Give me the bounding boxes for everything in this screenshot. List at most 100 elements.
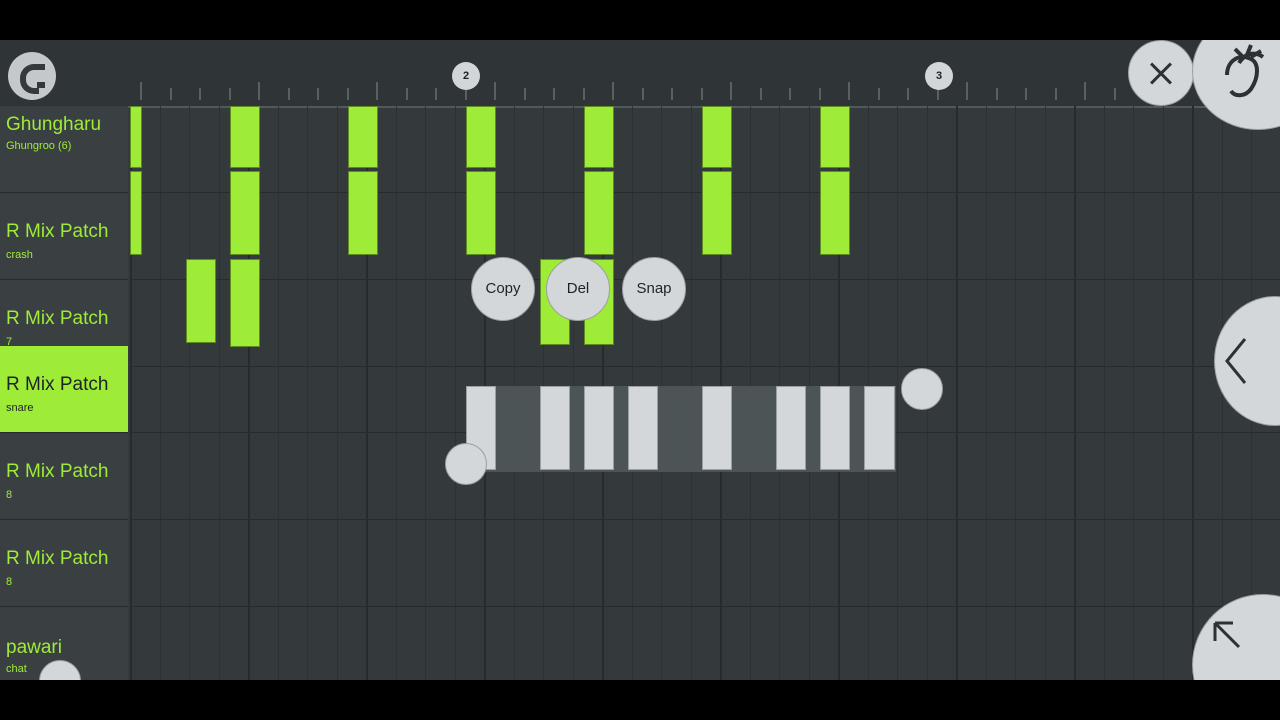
grid-line [956, 346, 958, 432]
track-name: R Mix Patch [6, 308, 109, 329]
grid-line [248, 433, 250, 519]
grid-line [455, 607, 456, 680]
selected-note[interactable] [776, 386, 806, 470]
ruler-tick [1084, 82, 1086, 100]
grid-line [897, 433, 898, 519]
snap-button[interactable]: Snap [622, 257, 686, 321]
grid-line [897, 193, 898, 279]
note[interactable] [702, 106, 732, 168]
ruler-tick [553, 88, 555, 100]
grid-line [897, 106, 898, 192]
ruler-tick [671, 88, 673, 100]
note[interactable] [230, 171, 260, 255]
selected-note[interactable] [628, 386, 658, 470]
grid-line [1104, 433, 1105, 519]
ruler-tick [583, 88, 585, 100]
note[interactable] [820, 171, 850, 255]
grid-line [927, 106, 928, 192]
grid-line [632, 607, 633, 680]
selected-note[interactable] [702, 386, 732, 470]
grid-line [1045, 106, 1046, 192]
bar-marker-3[interactable]: 3 [925, 62, 953, 90]
note[interactable] [702, 171, 732, 255]
note[interactable] [466, 106, 496, 168]
delete-button[interactable]: Del [546, 257, 610, 321]
grid-line [366, 607, 368, 680]
grid-line [691, 607, 692, 680]
grid-line [1104, 520, 1105, 606]
grid-line [455, 106, 456, 192]
note[interactable] [186, 259, 216, 343]
grid-line [1045, 607, 1046, 680]
magnet-icon[interactable] [8, 52, 56, 100]
grid-line [189, 346, 190, 432]
grid-line [1251, 520, 1252, 606]
grid-line [838, 607, 840, 680]
note[interactable] [820, 106, 850, 168]
selected-note[interactable] [864, 386, 895, 470]
grid-line [337, 346, 338, 432]
selected-note[interactable] [584, 386, 614, 470]
chevron-left-icon[interactable] [1214, 296, 1280, 426]
ruler-tick [199, 88, 201, 100]
timeline-ruler[interactable]: 2 3 [0, 40, 1280, 108]
arrow-up-left-icon[interactable] [1192, 594, 1280, 680]
grid-line [514, 520, 515, 606]
track-name: R Mix Patch [6, 221, 109, 242]
note[interactable] [584, 106, 614, 168]
grid-line [1222, 193, 1223, 279]
grid-line [160, 346, 161, 432]
grid-line [278, 346, 279, 432]
track-label-ghungharu[interactable]: Ghungharu Ghungroo (6) [0, 106, 128, 193]
note[interactable] [584, 171, 614, 255]
track-label-snare[interactable]: R Mix Patch snare [0, 346, 128, 433]
grid-line [1133, 520, 1134, 606]
grid-line [1015, 607, 1016, 680]
track-name: Ghungharu [6, 114, 102, 135]
grid-line [337, 607, 338, 680]
note[interactable] [466, 171, 496, 255]
note[interactable] [348, 106, 378, 168]
note[interactable] [230, 259, 260, 347]
grid-line [986, 346, 987, 432]
note[interactable] [130, 106, 142, 168]
grid-row[interactable] [130, 607, 1280, 680]
grid-line [337, 106, 338, 192]
note[interactable] [130, 171, 142, 255]
track-name: pawari [6, 637, 62, 658]
grid-row[interactable] [130, 520, 1280, 607]
track-name: R Mix Patch [6, 374, 109, 395]
grid-line [1015, 346, 1016, 432]
selection-end-handle[interactable] [901, 368, 943, 410]
grid-line [396, 346, 397, 432]
ruler-tick [435, 88, 437, 100]
grid-line [1192, 193, 1194, 279]
close-icon[interactable] [1128, 40, 1194, 106]
track-name: R Mix Patch [6, 461, 109, 482]
note[interactable] [230, 106, 260, 168]
grid-line [1251, 433, 1252, 519]
grid-line [248, 607, 250, 680]
track-sample: crash [6, 249, 33, 261]
bar-marker-2[interactable]: 2 [452, 62, 480, 90]
selected-note[interactable] [540, 386, 570, 470]
grid-line [927, 520, 928, 606]
fruit-logo-icon[interactable] [1192, 40, 1280, 130]
track-label-8b[interactable]: R Mix Patch 8 [0, 520, 128, 607]
ruler-tick [317, 88, 319, 100]
grid-line [219, 607, 220, 680]
grid-line [307, 607, 308, 680]
note[interactable] [348, 171, 378, 255]
grid-line [838, 520, 840, 606]
track-label-8a[interactable]: R Mix Patch 8 [0, 433, 128, 520]
grid-line [750, 607, 751, 680]
grid-line [484, 520, 486, 606]
grid-line [809, 607, 810, 680]
selected-note[interactable] [820, 386, 850, 470]
selection-start-handle[interactable] [445, 443, 487, 485]
grid-line [278, 193, 279, 279]
ruler-tick [494, 82, 496, 100]
track-label-crash[interactable]: R Mix Patch crash [0, 193, 128, 280]
grid-line [1104, 346, 1105, 432]
copy-button[interactable]: Copy [471, 257, 535, 321]
